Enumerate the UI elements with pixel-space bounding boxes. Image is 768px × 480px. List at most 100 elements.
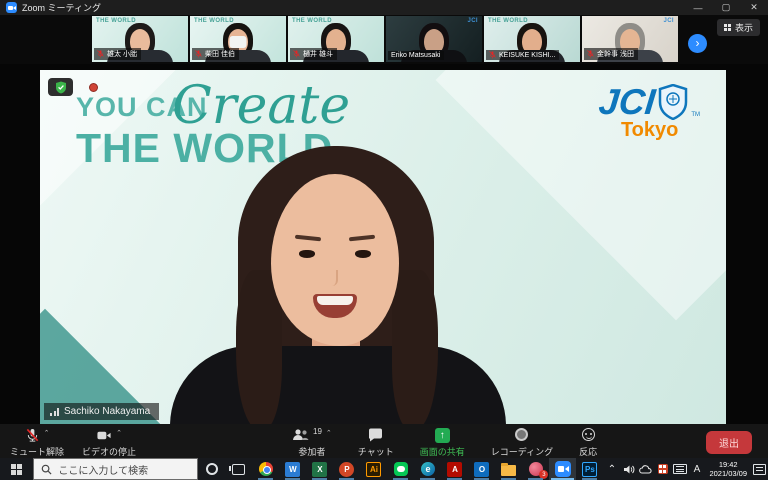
- taskbar-chrome-button[interactable]: [252, 458, 279, 480]
- gallery-next-button[interactable]: ›: [688, 34, 707, 53]
- tray-expand-button[interactable]: ⌃: [603, 458, 620, 480]
- tile-banner-text: THE WORLD: [96, 18, 136, 24]
- taskbar-acrobat-button[interactable]: A: [441, 458, 468, 480]
- muted-mic-icon: [195, 50, 202, 58]
- search-icon: [41, 464, 52, 475]
- muted-mic-icon: [97, 50, 104, 58]
- windows-logo-icon: [11, 464, 22, 475]
- tile-banner-text: THE WORLD: [292, 18, 332, 24]
- participant-tile[interactable]: THE WORLD 柴田 佳伯: [190, 16, 286, 62]
- speaker-name-label: Sachiko Nakayama: [44, 403, 159, 420]
- grid-icon: [724, 24, 731, 31]
- muted-mic-icon: [587, 50, 594, 58]
- share-screen-icon: ↑: [435, 428, 450, 443]
- chevron-up-icon[interactable]: ⌃: [116, 429, 122, 437]
- taskbar-word-button[interactable]: W: [279, 458, 306, 480]
- participant-tile[interactable]: THE WORLD KEISUKE KISHI...: [484, 16, 580, 62]
- excel-icon: X: [312, 462, 327, 477]
- notification-count-badge: 3: [539, 470, 548, 479]
- taskbar-zoom-button[interactable]: [549, 458, 576, 480]
- chat-bubble-icon: [368, 428, 383, 442]
- share-screen-button[interactable]: ↑ 画面の共有: [420, 428, 465, 458]
- taskbar-photos-button[interactable]: 3: [522, 458, 549, 480]
- action-center-button[interactable]: [751, 458, 768, 480]
- participants-button[interactable]: 19 ⌃ 参加者: [292, 428, 332, 458]
- taskbar-outlook-button[interactable]: O: [468, 458, 495, 480]
- zoom-window-titlebar: Zoom ミーティング — ▢ ✕: [0, 0, 768, 15]
- participants-count-badge: 19: [313, 427, 322, 436]
- powerpoint-icon: P: [339, 462, 354, 477]
- photoshop-icon: Ps: [582, 462, 597, 477]
- ime-mode-indicator[interactable]: A: [688, 458, 705, 480]
- close-button[interactable]: ✕: [740, 0, 768, 15]
- zoom-app-icon: [6, 2, 17, 13]
- participant-tile[interactable]: JCI Eriko Matsusaki: [386, 16, 482, 62]
- participant-name-label: Eriko Matsusaki: [388, 51, 444, 60]
- speaker-figure: [40, 70, 726, 424]
- mic-muted-icon: [25, 428, 40, 443]
- zoom-taskbar-icon: [555, 461, 571, 477]
- minimize-button[interactable]: —: [684, 0, 712, 15]
- start-button[interactable]: [0, 458, 33, 480]
- gallery-strip: THE WORLD 雄太 小朏 THE WORLD 柴田 佳伯 THE WORL…: [0, 15, 768, 64]
- line-icon: [394, 462, 408, 476]
- unmute-button[interactable]: ⌃ ミュート解除: [10, 428, 64, 458]
- taskbar-photoshop-button[interactable]: Ps: [576, 458, 603, 480]
- speaker-icon[interactable]: [620, 458, 637, 480]
- participant-name-label: 雄太 小朏: [94, 48, 141, 60]
- audio-level-icon: [50, 408, 59, 416]
- stop-video-button[interactable]: ⌃ ビデオの停止: [82, 428, 136, 458]
- muted-mic-icon: [293, 50, 300, 58]
- chrome-icon: [259, 462, 273, 476]
- security-tray-icon[interactable]: [654, 458, 671, 480]
- taskbar-cortana-button[interactable]: [198, 458, 225, 480]
- taskbar-clock[interactable]: 19:42 2021/03/09: [705, 460, 751, 479]
- record-button[interactable]: レコーディング: [491, 428, 553, 458]
- participant-name-label: 樋井 雄斗: [290, 48, 337, 60]
- reactions-button[interactable]: 反応: [579, 428, 597, 458]
- participant-name-label: KEISUKE KISHI...: [486, 50, 559, 60]
- chevron-up-icon[interactable]: ⌃: [326, 429, 332, 437]
- taskbar-search-input[interactable]: ここに入力して検索: [33, 458, 198, 480]
- desktop: Zoom ミーティング — ▢ ✕ THE WORLD 雄太 小朏 THE WO…: [0, 0, 768, 480]
- video-camera-icon: [96, 428, 112, 443]
- muted-mic-icon: [489, 51, 496, 59]
- tile-banner-text: JCI: [467, 18, 478, 24]
- acrobat-icon: A: [447, 462, 462, 477]
- zoom-toolbar: ⌃ ミュート解除 ⌃ ビデオの停止 19 ⌃ 参加者: [0, 424, 768, 458]
- outlook-icon: O: [474, 462, 489, 477]
- word-icon: W: [285, 462, 300, 477]
- participant-tile[interactable]: THE WORLD 雄太 小朏: [92, 16, 188, 62]
- window-title: Zoom ミーティング: [22, 1, 101, 14]
- search-placeholder: ここに入力して検索: [58, 462, 148, 477]
- chat-button[interactable]: チャット: [358, 428, 394, 458]
- edge-icon: e: [421, 462, 435, 476]
- ime-toolbar-icon[interactable]: [671, 458, 688, 480]
- smiley-icon: [582, 428, 595, 441]
- taskbar-powerpoint-button[interactable]: P: [333, 458, 360, 480]
- main-video: YOU CAN Create THE WORLD JCI TM Tokyo: [40, 70, 726, 424]
- taskbar-excel-button[interactable]: X: [306, 458, 333, 480]
- file-explorer-icon: [501, 465, 516, 476]
- taskbar-explorer-button[interactable]: [495, 458, 522, 480]
- encryption-shield-icon[interactable]: [48, 78, 73, 96]
- participant-tile[interactable]: THE WORLD 樋井 雄斗: [288, 16, 384, 62]
- task-view-icon: [232, 464, 245, 475]
- taskbar-edge-button[interactable]: e: [414, 458, 441, 480]
- cortana-icon: [206, 463, 218, 475]
- taskbar-line-button[interactable]: [387, 458, 414, 480]
- view-button[interactable]: 表示: [717, 19, 760, 36]
- taskbar-illustrator-button[interactable]: Ai: [360, 458, 387, 480]
- onedrive-cloud-icon[interactable]: [637, 458, 654, 480]
- participants-icon: [292, 428, 309, 442]
- chevron-up-icon[interactable]: ⌃: [44, 429, 50, 437]
- taskbar-task-view-button[interactable]: [225, 458, 252, 480]
- maximize-button[interactable]: ▢: [712, 0, 740, 15]
- face-mask: [230, 36, 247, 48]
- tile-banner-text: THE WORLD: [488, 18, 528, 24]
- tile-banner-text: THE WORLD: [194, 18, 234, 24]
- illustrator-icon: Ai: [366, 462, 381, 477]
- tile-banner-text: JCI: [663, 18, 674, 24]
- leave-meeting-button[interactable]: 退出: [706, 431, 752, 454]
- participant-tile[interactable]: JCI 金幹事 浅田: [582, 16, 678, 62]
